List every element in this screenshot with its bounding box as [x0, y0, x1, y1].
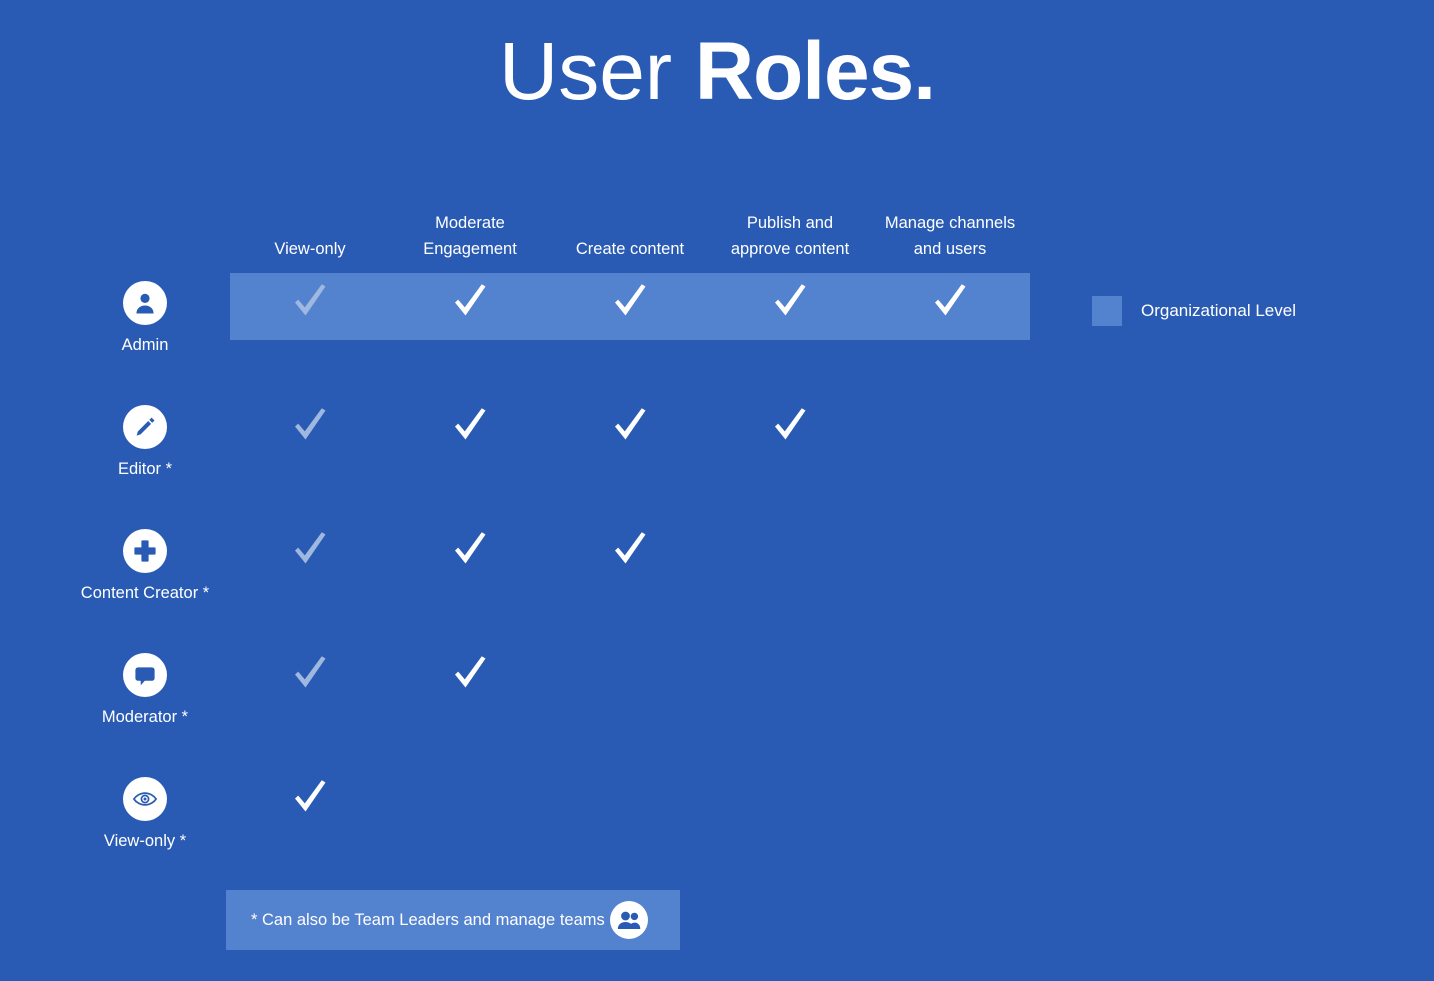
check-icon-view-only-col1 [288, 772, 332, 822]
row-icon-wrap [123, 405, 167, 449]
check-icon-admin-col4 [768, 276, 812, 326]
footnote-text: * Can also be Team Leaders and manage te… [251, 910, 605, 929]
row-icon-wrap [123, 777, 167, 821]
column-header-4: Publish and approve content [710, 196, 870, 264]
row-label-text: Content Creator * [80, 584, 210, 602]
check-icon-moderator-col1 [288, 648, 332, 698]
row-label-moderator: Moderator * [55, 653, 235, 727]
row-label-text: Editor * [117, 460, 173, 478]
row-label-view-only: View-only * [55, 777, 235, 851]
row-label-text: View-only * [103, 832, 187, 850]
column-header-label: View-only [274, 240, 346, 258]
row-label-text: Admin [121, 336, 169, 354]
legend-label: Organizational Level [1141, 301, 1296, 320]
check-icon-editor-col3 [608, 400, 652, 450]
footnote-box: * Can also be Team Leaders and manage te… [226, 890, 680, 950]
roles-matrix: View-only Moderate Engagement Create conten… [0, 0, 1434, 981]
check-icon-content-creator-col1 [288, 524, 332, 574]
column-header-label: Manage channels and users [884, 214, 1016, 258]
pencil-icon [123, 405, 167, 449]
check-icon-content-creator-col2 [448, 524, 492, 574]
check-icon-content-creator-col3 [608, 524, 652, 574]
check-icon-admin-col2 [448, 276, 492, 326]
plus-icon [123, 529, 167, 573]
legend: Organizational Level [1092, 296, 1296, 326]
legend-swatch [1092, 296, 1122, 326]
row-label-text: Moderator * [101, 708, 189, 726]
check-icon-admin-col1 [288, 276, 332, 326]
column-header-row: View-only Moderate Engagement Create conten… [230, 196, 1030, 264]
row-label-admin: Admin [55, 281, 235, 355]
check-icon-admin-col5 [928, 276, 972, 326]
eye-icon [123, 777, 167, 821]
row-icon-wrap [123, 653, 167, 697]
column-header-label: Create content [575, 240, 685, 258]
two-people-icon [610, 901, 648, 939]
person-icon [123, 281, 167, 325]
column-header-1: View-only [230, 196, 390, 264]
speech-bubble-icon [123, 653, 167, 697]
column-header-3: Create content [550, 196, 710, 264]
row-icon-wrap [123, 529, 167, 573]
column-header-label: Moderate Engagement [423, 214, 517, 258]
column-header-label: Publish and approve content [730, 214, 850, 258]
check-icon-editor-col1 [288, 400, 332, 450]
check-icon-admin-col3 [608, 276, 652, 326]
column-header-2: Moderate Engagement [390, 196, 550, 264]
check-icon-editor-col2 [448, 400, 492, 450]
row-label-content-creator: Content Creator * [55, 529, 235, 603]
user-roles-infographic: User Roles. View-only Moderate Engagement C… [0, 0, 1434, 981]
check-icon-editor-col4 [768, 400, 812, 450]
check-icon-moderator-col2 [448, 648, 492, 698]
row-label-editor: Editor * [55, 405, 235, 479]
column-header-5: Manage channels and users [870, 196, 1030, 264]
row-icon-wrap [123, 281, 167, 325]
